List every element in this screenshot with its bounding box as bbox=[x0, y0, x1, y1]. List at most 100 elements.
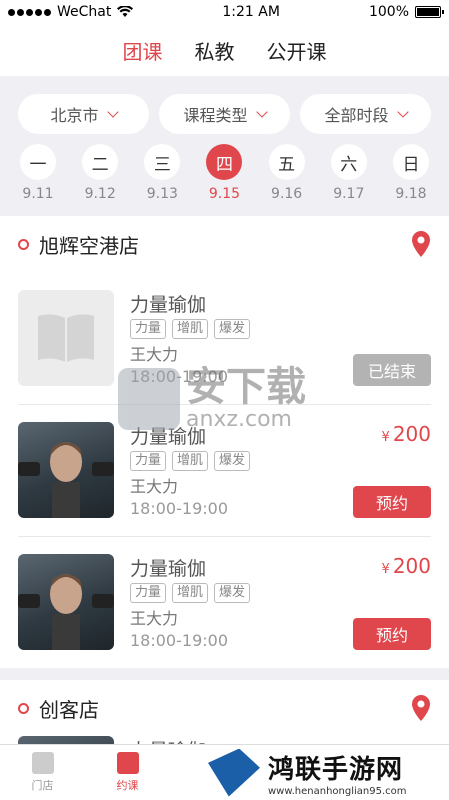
course-side: ¥200 预约 bbox=[353, 554, 431, 650]
day-selector: 一 9.11 二 9.12 三 9.13 四 9.15 五 9.16 六 9.17 日 9.18 bbox=[18, 134, 431, 216]
city-filter[interactable]: 北京市 bbox=[18, 94, 149, 134]
tab-group-class[interactable]: 团课 bbox=[123, 36, 163, 65]
ring-icon bbox=[18, 238, 29, 250]
day-weekday: 四 bbox=[206, 144, 243, 180]
nav-store-label: 门店 bbox=[31, 779, 54, 792]
course-tag: 爆发 bbox=[214, 451, 251, 471]
top-tabs: 团课 私教 公开课 bbox=[0, 24, 449, 76]
wifi-icon bbox=[117, 6, 134, 17]
location-pin-icon[interactable] bbox=[411, 694, 431, 722]
day-date: 9.12 bbox=[84, 186, 116, 202]
day-weekday: 日 bbox=[392, 144, 429, 180]
course-row[interactable]: 力量瑜伽 力量 增肌 爆发 王大力 18:00-19:00 ¥200 预约 bbox=[0, 404, 449, 536]
course-row[interactable]: 力量瑜伽 力量 增肌 爆发 王大力 18:00-19:00 ¥200 预约 bbox=[0, 536, 449, 668]
status-bar: WeChat 1:21 AM 100% bbox=[0, 0, 449, 24]
store-title: 旭辉空港店 bbox=[39, 233, 139, 258]
book-button[interactable]: 预约 bbox=[353, 486, 431, 518]
course-photo bbox=[18, 554, 114, 650]
course-side: ¥200 预约 bbox=[353, 422, 431, 518]
day-weekday: 五 bbox=[268, 144, 305, 180]
status-left: WeChat bbox=[8, 4, 134, 20]
day-item[interactable]: 三 9.13 bbox=[142, 144, 182, 202]
store-section: 旭辉空港店 力量瑜伽 力量 增肌 爆发 王大力 18:00-19:00 已结束 力量瑜伽 力量增… bbox=[0, 216, 449, 668]
book-icon bbox=[116, 752, 139, 774]
course-tag: 力量 bbox=[130, 583, 167, 603]
price-value: 200 bbox=[392, 422, 431, 446]
book-placeholder-icon bbox=[18, 290, 114, 386]
time-slot-filter[interactable]: 全部时段 bbox=[300, 94, 431, 134]
store-title: 创客店 bbox=[39, 697, 99, 722]
day-item[interactable]: 六 9.17 bbox=[329, 144, 369, 202]
battery-percent: 100% bbox=[368, 4, 409, 20]
banner-text: 鸿联手游网 www.henanhonglian95.com bbox=[268, 749, 407, 797]
watermark-banner: 鸿联手游网 www.henanhonglian95.com bbox=[200, 745, 449, 800]
day-date: 9.13 bbox=[146, 186, 178, 202]
tab-open-class[interactable]: 公开课 bbox=[267, 36, 327, 65]
day-weekday: 一 bbox=[20, 144, 56, 180]
course-tag: 力量 bbox=[130, 319, 167, 339]
clock: 1:21 AM bbox=[222, 4, 280, 20]
course-photo bbox=[18, 422, 114, 518]
signal-icon bbox=[8, 8, 51, 16]
course-tag: 爆发 bbox=[214, 319, 251, 339]
filter-row: 北京市 课程类型 全部时段 bbox=[18, 94, 431, 134]
nav-booking-label: 约课 bbox=[116, 779, 139, 792]
day-item[interactable]: 日 9.18 bbox=[391, 144, 431, 202]
day-weekday: 二 bbox=[82, 144, 119, 180]
athlete-photo bbox=[18, 574, 114, 650]
book-button[interactable]: 预约 bbox=[353, 618, 431, 650]
day-item[interactable]: 一 9.11 bbox=[18, 144, 58, 202]
store-title-wrap: 创客店 bbox=[18, 694, 99, 723]
city-filter-label: 北京市 bbox=[50, 106, 99, 125]
course-tag: 增肌 bbox=[172, 319, 209, 339]
nav-booking[interactable]: 约课 bbox=[85, 745, 170, 800]
day-weekday: 三 bbox=[144, 144, 181, 180]
banner-url: www.henanhonglian95.com bbox=[268, 785, 407, 797]
tab-private[interactable]: 私教 bbox=[195, 36, 235, 65]
store-header: 创客店 bbox=[0, 680, 449, 736]
logo-icon bbox=[208, 748, 260, 797]
chevron-down-icon bbox=[106, 105, 119, 118]
day-date: 9.16 bbox=[271, 186, 303, 202]
banner-title: 鸿联手游网 bbox=[268, 754, 404, 785]
ended-button: 已结束 bbox=[353, 354, 431, 386]
day-item[interactable]: 四 9.15 bbox=[204, 144, 244, 202]
course-list: 力量瑜伽 力量 增肌 爆发 王大力 18:00-19:00 已结束 力量瑜伽 力量 增肌 爆发 王大力… bbox=[0, 272, 449, 668]
store-title-wrap: 旭辉空港店 bbox=[18, 230, 139, 259]
course-tag: 增肌 bbox=[172, 583, 209, 603]
day-date: 9.18 bbox=[395, 186, 427, 202]
nav-store[interactable]: 门店 bbox=[0, 745, 85, 800]
day-weekday: 六 bbox=[330, 144, 367, 180]
chevron-down-icon bbox=[255, 105, 268, 118]
filter-area: 北京市 课程类型 全部时段 一 9.11 二 9.12 三 9.13 四 9.15 五 9.16 六… bbox=[0, 76, 449, 216]
ring-icon bbox=[18, 702, 29, 714]
carrier-label: WeChat bbox=[57, 4, 112, 20]
store-header: 旭辉空港店 bbox=[0, 216, 449, 272]
course-price: ¥200 bbox=[382, 554, 431, 578]
store-icon bbox=[31, 752, 54, 774]
battery-icon bbox=[415, 6, 444, 18]
day-date: 9.17 bbox=[333, 186, 365, 202]
course-tag: 增肌 bbox=[172, 451, 209, 471]
course-side: 已结束 bbox=[353, 290, 431, 386]
currency-symbol: ¥ bbox=[381, 430, 390, 445]
course-type-filter-label: 课程类型 bbox=[183, 106, 248, 125]
course-row[interactable]: 力量瑜伽 力量 增肌 爆发 王大力 18:00-19:00 已结束 bbox=[0, 272, 449, 404]
open-book-icon bbox=[38, 314, 94, 362]
battery-fill bbox=[417, 8, 439, 16]
time-slot-filter-label: 全部时段 bbox=[324, 106, 389, 125]
day-item[interactable]: 二 9.12 bbox=[80, 144, 120, 202]
course-type-filter[interactable]: 课程类型 bbox=[159, 94, 290, 134]
day-item[interactable]: 五 9.16 bbox=[267, 144, 307, 202]
currency-symbol: ¥ bbox=[381, 562, 390, 577]
day-date: 9.11 bbox=[22, 186, 54, 202]
course-price: ¥200 bbox=[382, 422, 431, 446]
course-tag: 力量 bbox=[130, 451, 167, 471]
status-right: 100% bbox=[368, 4, 444, 20]
day-date: 9.15 bbox=[208, 186, 241, 202]
athlete-photo bbox=[18, 442, 114, 518]
location-pin-icon[interactable] bbox=[411, 230, 431, 258]
price-value: 200 bbox=[392, 554, 431, 578]
course-tag: 爆发 bbox=[214, 583, 251, 603]
bottom-nav: 门店 约课 鸿联手游网 www.henanhonglian95.com bbox=[0, 744, 449, 800]
